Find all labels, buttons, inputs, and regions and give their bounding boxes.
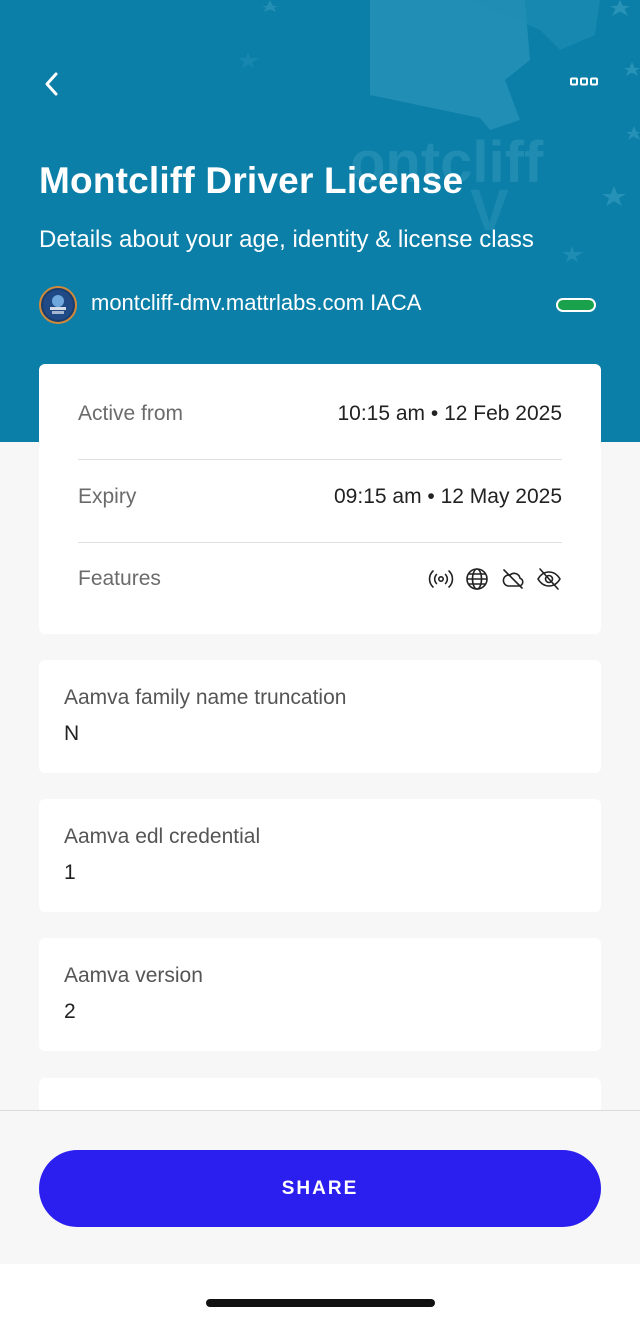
claim-value: N bbox=[64, 722, 80, 745]
claim-value: 1 bbox=[64, 861, 76, 884]
broadcast-icon bbox=[428, 566, 454, 592]
expiry-row: Expiry 09:15 am • 12 May 2025 bbox=[78, 485, 562, 509]
credential-title: Montcliff Driver License bbox=[39, 160, 464, 201]
expiry-label: Expiry bbox=[78, 485, 137, 508]
more-options-button[interactable] bbox=[560, 64, 608, 100]
globe-icon bbox=[464, 566, 490, 592]
validity-card: Active from 10:15 am • 12 Feb 2025 Expir… bbox=[39, 364, 601, 634]
credential-subtitle: Details about your age, identity & licen… bbox=[39, 226, 534, 253]
claim-label: Aamva family name truncation bbox=[64, 686, 347, 709]
claim-label: Aamva edl credential bbox=[64, 825, 261, 848]
divider bbox=[78, 542, 562, 543]
bottom-action-bar: SHARE bbox=[0, 1110, 640, 1264]
active-from-value: 10:15 am • 12 Feb 2025 bbox=[337, 402, 562, 425]
eye-off-icon bbox=[536, 566, 562, 592]
features-label: Features bbox=[78, 567, 161, 590]
claim-label: Aamva version bbox=[64, 964, 203, 987]
issuer-name: montcliff-dmv.mattrlabs.com IACA bbox=[91, 290, 422, 315]
issuer-logo bbox=[39, 286, 77, 324]
feature-icons bbox=[428, 566, 562, 592]
chevron-left-icon bbox=[45, 72, 58, 96]
back-button[interactable] bbox=[30, 62, 74, 106]
claim-card: Aamva version 2 bbox=[39, 938, 601, 1051]
expiry-value: 09:15 am • 12 May 2025 bbox=[334, 485, 562, 508]
home-indicator[interactable] bbox=[206, 1299, 435, 1307]
claim-card: Aamva edl credential 1 bbox=[39, 799, 601, 912]
features-row: Features bbox=[78, 566, 562, 592]
cloud-off-icon bbox=[500, 566, 526, 592]
claim-value: 2 bbox=[64, 1000, 76, 1023]
active-from-label: Active from bbox=[78, 402, 184, 425]
status-indicator bbox=[556, 298, 596, 312]
home-indicator-area bbox=[0, 1264, 640, 1320]
claim-card: Aamva family name truncation N bbox=[39, 660, 601, 773]
active-from-row: Active from 10:15 am • 12 Feb 2025 bbox=[78, 402, 562, 426]
divider bbox=[78, 459, 562, 460]
share-button[interactable]: SHARE bbox=[39, 1150, 601, 1227]
more-horizontal-icon bbox=[570, 77, 598, 86]
